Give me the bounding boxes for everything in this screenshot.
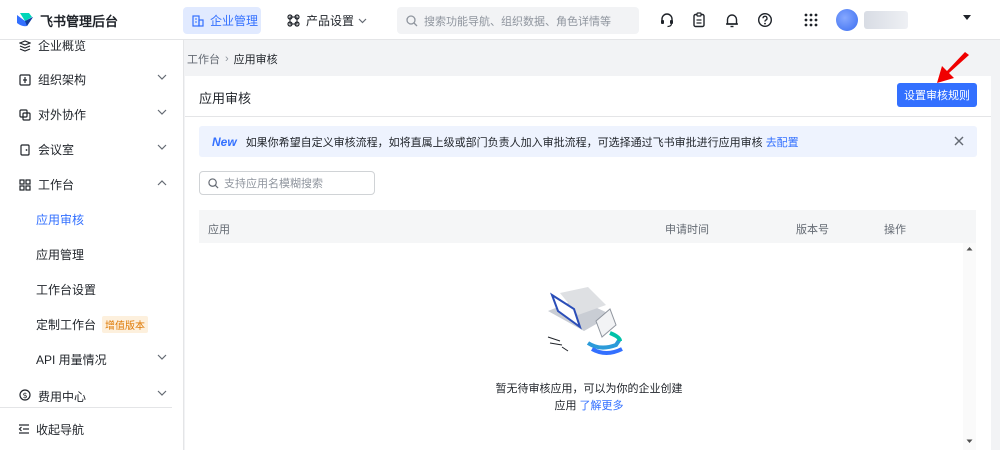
sidebar-subitem-label: 工作台设置: [36, 283, 97, 297]
configure-link[interactable]: 去配置: [766, 134, 799, 150]
chevron-down-icon: [157, 109, 167, 115]
chevron-down-icon: [157, 74, 167, 80]
caret-down-icon[interactable]: [962, 14, 972, 22]
breadcrumb-separator-icon: ›: [225, 53, 229, 65]
user-name-redacted[interactable]: [864, 11, 908, 29]
column-header-actions: 操作: [884, 224, 906, 236]
column-header-app: 应用: [208, 224, 230, 236]
billing-icon: $: [18, 388, 32, 402]
sidebar-item-label: 对外协作: [38, 108, 87, 122]
grid-dots-icon: [804, 13, 818, 27]
sidebar-item-billing[interactable]: $ 费用中心: [0, 378, 183, 402]
sidebar-divider: [0, 407, 172, 408]
task-list-button[interactable]: [690, 11, 708, 29]
empty-state-line2: 应用 了解更多: [439, 398, 739, 415]
bell-icon: [726, 14, 738, 28]
feishu-logo-icon: [17, 13, 33, 27]
chevron-up-icon: [157, 180, 167, 186]
sidebar-item-collab[interactable]: 对外协作: [0, 97, 183, 132]
nav-enterprise-management[interactable]: 企业管理: [183, 7, 261, 34]
empty-box-illustration: [547, 287, 623, 355]
page-title: 应用审核: [199, 91, 252, 106]
app-grid-button[interactable]: [802, 11, 820, 29]
table-scrollbar[interactable]: [963, 243, 976, 450]
collapse-nav-label: 收起导航: [36, 422, 85, 437]
sidebar-item-label: 费用中心: [38, 390, 87, 402]
empty-state-line1: 暂无待审核应用，可以为你的企业创建: [495, 383, 683, 395]
breadcrumb-current: 应用审核: [233, 54, 278, 66]
sidebar-item-label: 组织架构: [38, 73, 87, 87]
sidebar-subitem-custom-workbench[interactable]: 定制工作台 增值版本: [0, 307, 183, 342]
collab-icon: [18, 108, 32, 122]
sidebar-subitem-label: 应用审核: [36, 213, 85, 227]
new-tag: New: [212, 134, 237, 149]
breadcrumb: 工作台 › 应用审核: [187, 52, 278, 66]
top-bar: 飞书管理后台 企业管理 产品设置 搜索功能导航、组织数据、角色详情等: [0, 0, 1000, 40]
headset-icon: [661, 13, 673, 28]
help-desk-button[interactable]: [658, 11, 676, 29]
collapse-icon: [18, 424, 29, 434]
help-button[interactable]: [756, 11, 774, 29]
chevron-down-icon: [157, 354, 167, 360]
notice-banner: New 如果你希望自定义审核流程，如将直属上级或部门负责人加入审批流程，可选择通…: [199, 126, 977, 157]
sidebar-item-meeting-room[interactable]: 会议室: [0, 132, 183, 167]
nav-product-settings[interactable]: 产品设置: [287, 7, 367, 34]
user-avatar[interactable]: [836, 9, 858, 31]
collapse-nav-button[interactable]: 收起导航: [0, 411, 183, 447]
chevron-down-icon: [358, 18, 367, 23]
nav-product-label: 产品设置: [306, 14, 355, 28]
scroll-up-icon[interactable]: [966, 246, 973, 251]
search-icon: [208, 177, 219, 189]
app-search-placeholder: 支持应用名模糊搜索: [224, 178, 323, 190]
column-header-apply-time: 申请时间: [665, 224, 709, 236]
app-logo[interactable]: 飞书管理后台: [16, 11, 118, 29]
sidebar-subitem-workbench-settings[interactable]: 工作台设置: [0, 272, 183, 307]
notice-text: 如果你希望自定义审核流程，如将直属上级或部门负责人加入审批流程，可选择通过飞书审…: [245, 136, 763, 149]
red-arrow-annotation-icon: [937, 52, 969, 83]
workbench-icon: [18, 178, 32, 192]
header-divider: [185, 116, 991, 117]
app-search-input[interactable]: 支持应用名模糊搜索: [199, 171, 375, 195]
global-search-input[interactable]: 搜索功能导航、组织数据、角色详情等: [397, 7, 639, 34]
sidebar-item-overview[interactable]: 企业概览: [0, 40, 183, 63]
column-header-version: 版本号: [796, 224, 829, 236]
nav-enterprise-label: 企业管理: [210, 14, 259, 28]
building-icon: [192, 14, 204, 27]
product-icon: [287, 14, 300, 27]
sidebar-subitem-label: API 用量情况: [36, 353, 107, 367]
svg-text:$: $: [22, 391, 27, 400]
chevron-down-icon: [157, 390, 167, 396]
question-circle-icon: [757, 12, 773, 28]
sidebar-item-org[interactable]: 组织架构: [0, 62, 183, 97]
overview-icon: [18, 40, 32, 53]
sidebar-item-label: 工作台: [38, 178, 75, 192]
sidebar: 企业概览 组织架构 对外协作 会议室 工作台 应用审核 应用管理 工作台设置 定…: [0, 40, 184, 450]
org-icon: [18, 73, 32, 87]
notifications-button[interactable]: [723, 11, 741, 29]
search-icon: [406, 14, 418, 26]
app-title: 飞书管理后台: [40, 13, 119, 29]
scroll-down-icon[interactable]: [966, 439, 973, 444]
clipboard-icon: [693, 12, 705, 28]
sidebar-subitem-api-usage[interactable]: API 用量情况: [0, 342, 183, 377]
breadcrumb-parent[interactable]: 工作台: [187, 51, 220, 67]
empty-state-line2-prefix: 应用: [554, 400, 577, 412]
sidebar-item-label: 会议室: [38, 143, 75, 157]
premium-badge: 增值版本: [102, 316, 149, 333]
sidebar-subitem-app-management[interactable]: 应用管理: [0, 237, 183, 272]
main-card: 应用审核 设置审核规则 New 如果你希望自定义审核流程，如将直属上级或部门负责…: [185, 76, 991, 450]
sidebar-item-workbench[interactable]: 工作台: [0, 167, 183, 202]
global-search-placeholder: 搜索功能导航、组织数据、角色详情等: [424, 15, 611, 28]
table-header: 应用 申请时间 版本号 操作: [199, 210, 976, 243]
set-review-rules-button[interactable]: 设置审核规则: [897, 83, 977, 107]
chevron-down-icon: [157, 144, 167, 150]
meeting-room-icon: [18, 143, 32, 157]
sidebar-item-label: 企业概览: [38, 40, 87, 53]
sidebar-subitem-label: 定制工作台: [36, 318, 97, 332]
sidebar-subitem-app-review[interactable]: 应用审核: [0, 202, 183, 237]
empty-state-text: 暂无待审核应用，可以为你的企业创建 应用 了解更多: [439, 381, 739, 415]
learn-more-link[interactable]: 了解更多: [580, 400, 624, 412]
sidebar-subitem-label: 应用管理: [36, 248, 85, 262]
close-icon[interactable]: [953, 135, 965, 147]
